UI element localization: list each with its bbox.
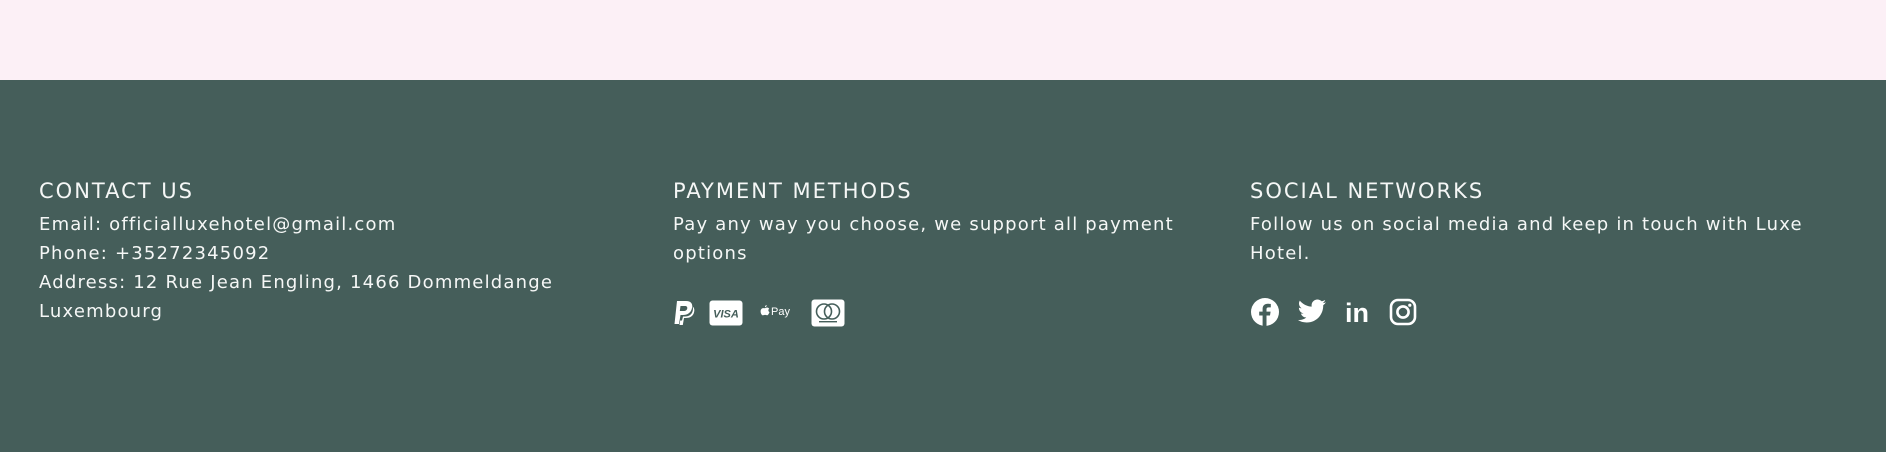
facebook-icon[interactable] [1250,297,1280,327]
instagram-icon[interactable] [1389,298,1417,326]
visa-text: VISA [713,309,739,321]
payment-icons: VISA Pay [673,298,859,328]
payment-section: PAYMENT METHODS Pay any way you choose, … [673,176,1213,268]
contact-section: CONTACT US Email: officialluxehotel@gmai… [39,176,629,326]
payment-description: Pay any way you choose, we support all p… [673,214,1174,264]
social-description: Follow us on social media and keep in to… [1250,214,1803,264]
visa-icon: VISA [709,300,743,326]
top-band [0,0,1886,80]
apple-pay-text: Pay [771,306,790,318]
contact-address-line2: Luxembourg [39,301,164,322]
social-icons: in [1250,295,1434,329]
site-footer: CONTACT US Email: officialluxehotel@gmai… [0,80,1886,452]
mastercard-icon [811,299,845,327]
contact-address-line1: Address: 12 Rue Jean Engling, 1466 Domme… [39,272,554,293]
linkedin-icon[interactable]: in [1344,298,1372,326]
paypal-icon [673,300,695,326]
contact-heading: CONTACT US [39,179,194,203]
twitter-icon[interactable] [1297,299,1327,325]
linkedin-text: in [1345,298,1369,326]
payment-heading: PAYMENT METHODS [673,179,913,203]
contact-email[interactable]: Email: officialluxehotel@gmail.com [39,210,629,239]
social-heading: SOCIAL NETWORKS [1250,179,1485,203]
apple-pay-icon: Pay [757,300,797,326]
social-section: SOCIAL NETWORKS Follow us on social medi… [1250,176,1810,268]
contact-phone[interactable]: Phone: +35272345092 [39,239,629,268]
